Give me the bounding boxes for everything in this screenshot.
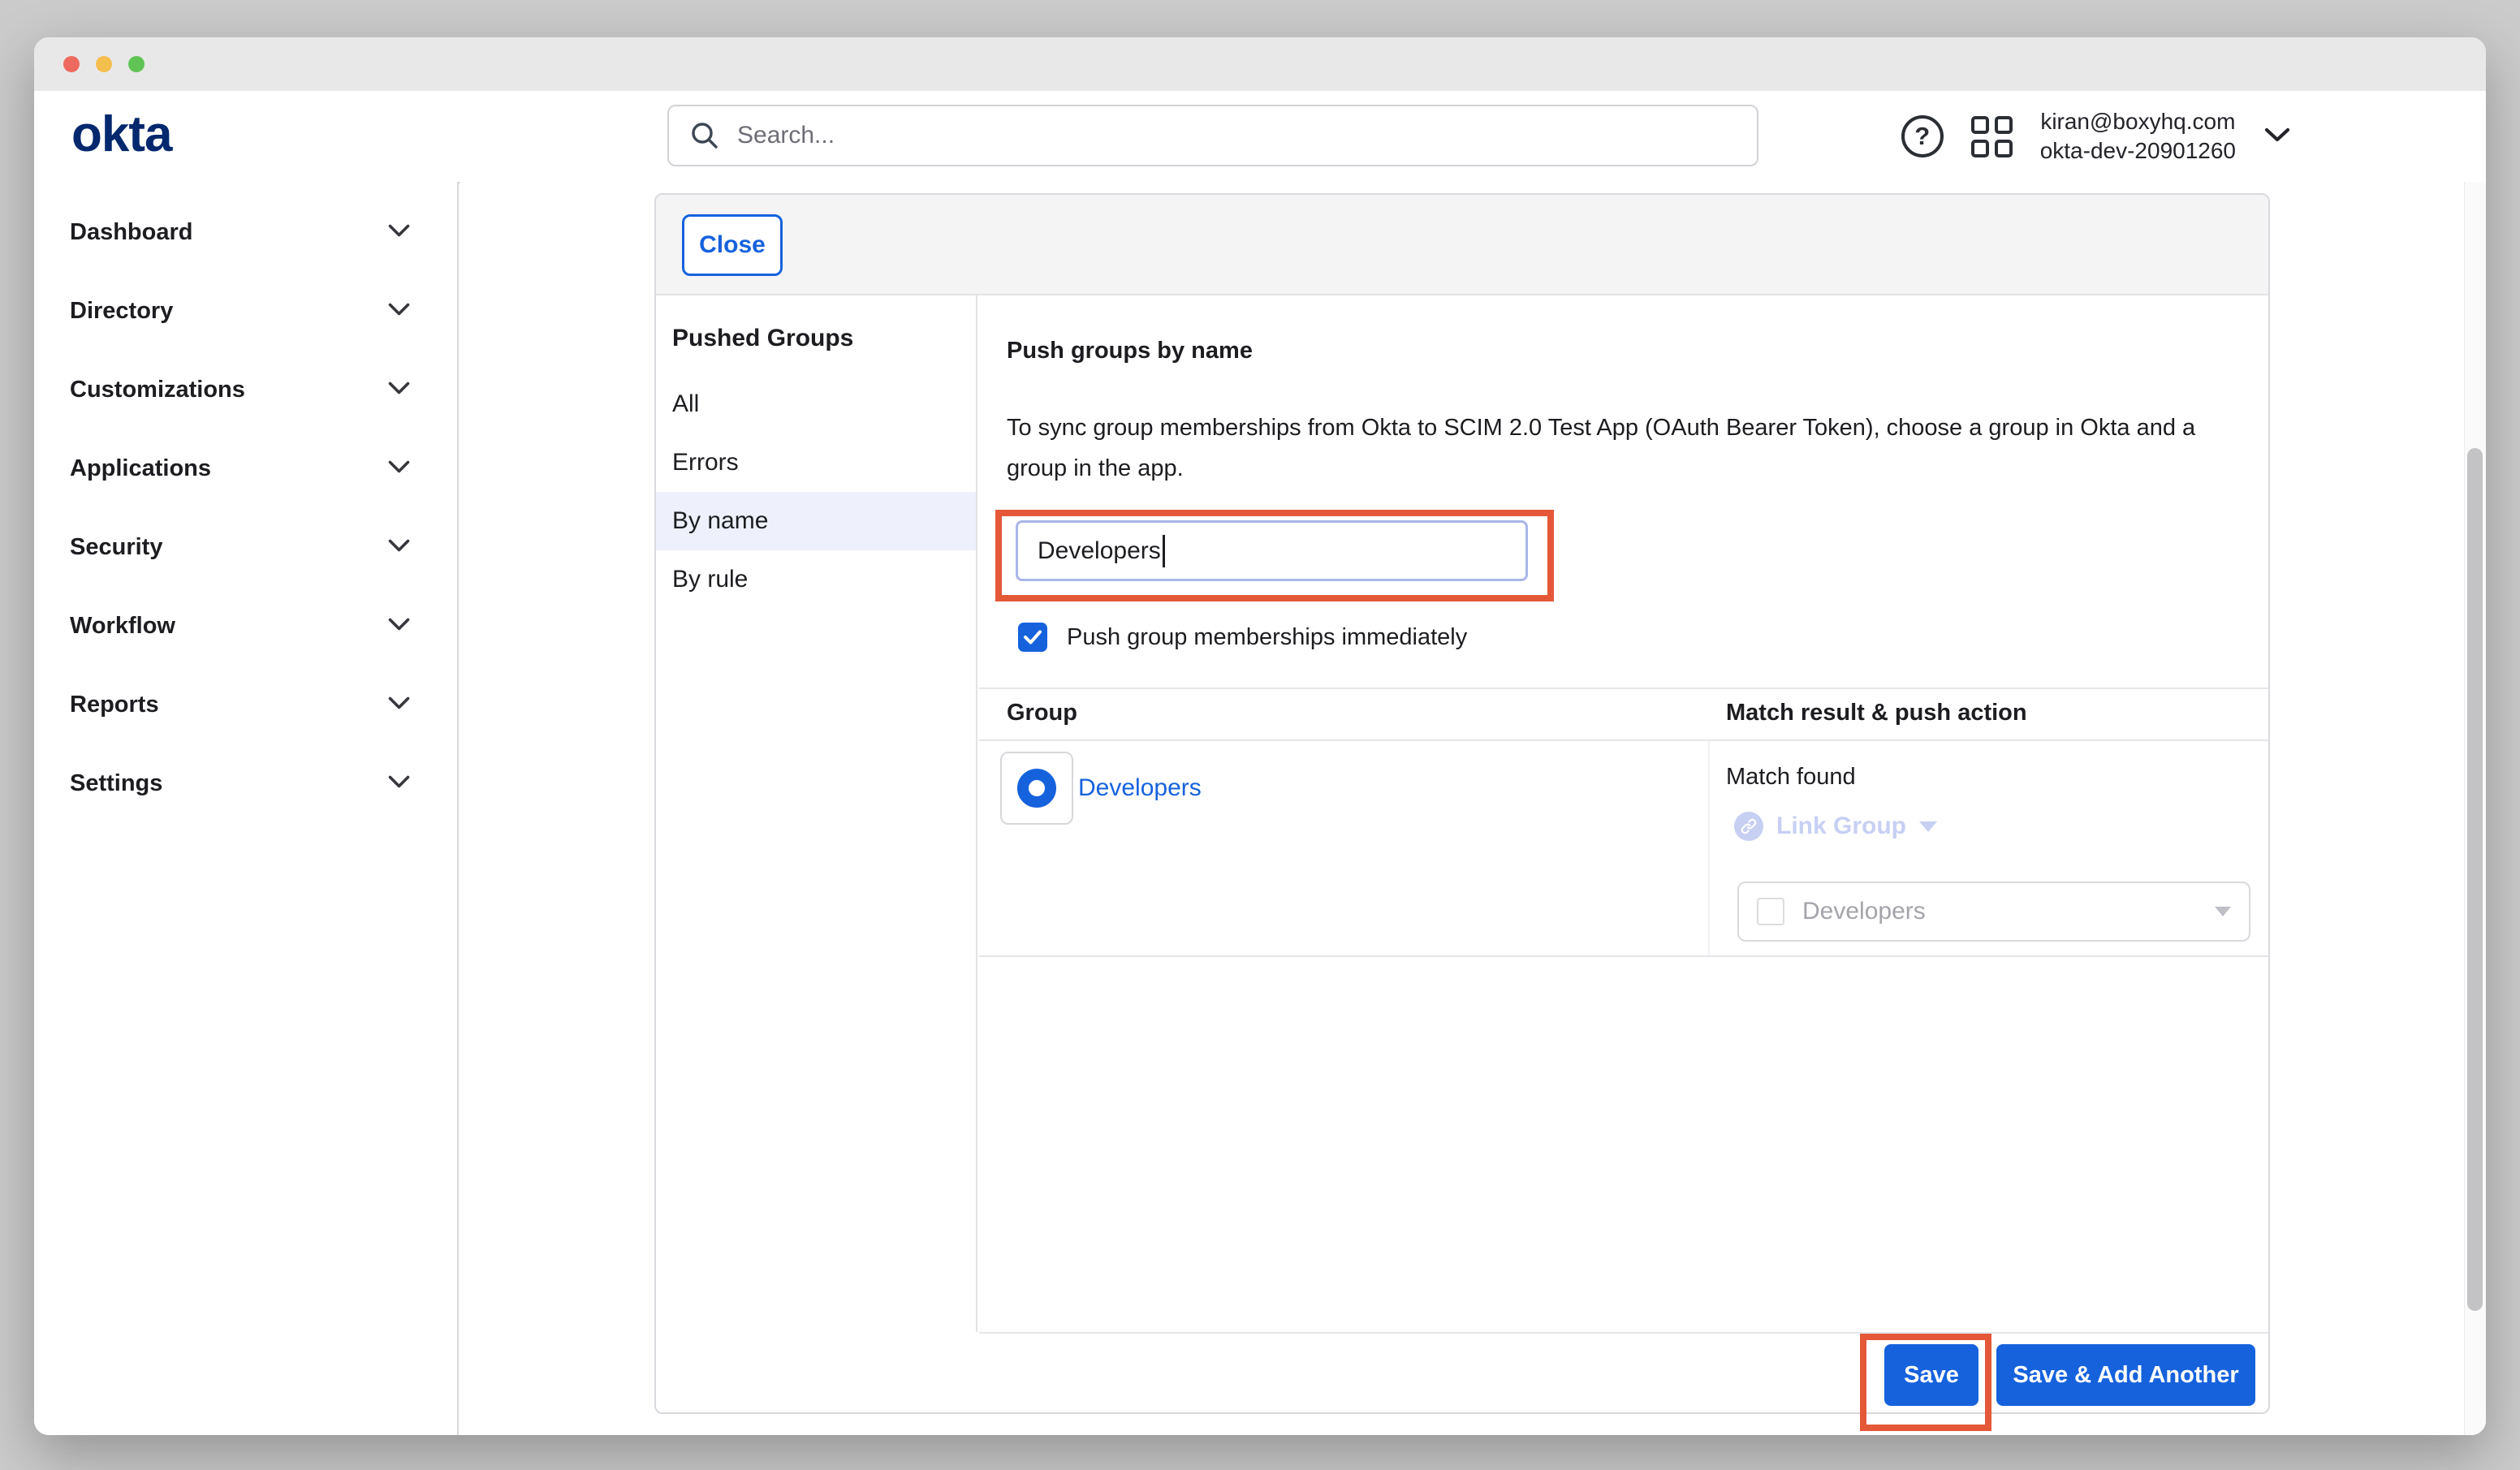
link-group-label: Link Group <box>1776 813 1906 840</box>
column-header-match: Match result & push action <box>1726 700 2027 726</box>
panel-toolbar: Close <box>656 195 2268 295</box>
search-icon <box>688 119 721 152</box>
browser-window: okta ? kiran@boxyhq.com okta-dev-2090126… <box>34 37 2486 1435</box>
vertical-scrollbar-thumb[interactable] <box>2467 448 2483 1311</box>
chevron-down-icon <box>388 382 410 399</box>
group-name-link[interactable]: Developers <box>1078 774 1202 802</box>
caret-down-icon <box>2215 907 2231 916</box>
window-titlebar <box>34 37 2486 92</box>
detail-heading: Push groups by name <box>1007 338 1253 364</box>
chevron-down-icon <box>388 696 410 714</box>
search-input[interactable] <box>736 121 1713 150</box>
close-window-button[interactable] <box>63 56 80 72</box>
sidebar-item-directory[interactable]: Directory <box>34 272 457 351</box>
immediate-push-row: Push group memberships immediately <box>1018 623 1467 652</box>
detail-description: To sync group memberships from Okta to S… <box>1007 407 2241 489</box>
pushed-groups-subnav: Pushed Groups All Errors By name By rule <box>656 295 977 1332</box>
chevron-down-icon <box>388 618 410 636</box>
help-icon[interactable]: ? <box>1901 115 1944 157</box>
group-circle-icon <box>1017 769 1056 808</box>
chevron-down-icon <box>388 303 410 321</box>
save-button[interactable]: Save <box>1884 1344 1978 1406</box>
column-header-group: Group <box>1007 700 1077 726</box>
subnav-item-all[interactable]: All <box>656 375 976 433</box>
subnav-item-by-rule[interactable]: By rule <box>656 550 976 609</box>
global-search[interactable] <box>667 105 1758 166</box>
app-header: okta ? kiran@boxyhq.com okta-dev-2090126… <box>34 91 2486 183</box>
close-button[interactable]: Close <box>682 214 783 276</box>
subnav-title: Pushed Groups <box>656 325 976 356</box>
table-column-divider <box>1708 741 1710 955</box>
account-email: kiran@boxyhq.com <box>2040 107 2236 136</box>
table-top-divider <box>979 688 2268 689</box>
desktop-background: okta ? kiran@boxyhq.com okta-dev-2090126… <box>0 0 2520 1470</box>
footer-divider <box>979 1332 2268 1334</box>
apps-grid-icon[interactable] <box>1971 116 2013 157</box>
chevron-down-icon <box>388 775 410 793</box>
sidebar-item-workflow[interactable]: Workflow <box>34 587 457 666</box>
sidebar-item-applications[interactable]: Applications <box>34 429 457 508</box>
checkbox-unchecked-icon <box>1757 898 1784 925</box>
chevron-down-icon <box>388 224 410 242</box>
chevron-down-icon <box>388 460 410 478</box>
text-caret <box>1163 535 1165 567</box>
header-right-controls: ? kiran@boxyhq.com okta-dev-20901260 <box>1901 91 2291 182</box>
chevron-down-icon[interactable] <box>2263 127 2291 147</box>
okta-logo[interactable]: okta <box>71 106 171 163</box>
account-org: okta-dev-20901260 <box>2040 136 2236 166</box>
table-header-divider <box>979 739 2268 741</box>
sidebar-item-reports[interactable]: Reports <box>34 666 457 744</box>
sidebar-nav: Dashboard Directory Customizations Appli… <box>34 182 459 1435</box>
panel-body: Pushed Groups All Errors By name By rule… <box>656 295 2268 1412</box>
caret-down-icon <box>1919 821 1937 832</box>
subnav-item-errors[interactable]: Errors <box>656 433 976 492</box>
linked-group-value: Developers <box>1802 898 2215 925</box>
linked-group-select[interactable]: Developers <box>1737 882 2250 942</box>
link-icon <box>1734 812 1763 841</box>
link-group-dropdown-disabled[interactable]: Link Group <box>1734 812 1937 841</box>
push-groups-panel: Close Pushed Groups All Errors By name B… <box>654 193 2270 1414</box>
subnav-item-by-name[interactable]: By name <box>656 492 976 550</box>
sidebar-item-security[interactable]: Security <box>34 508 457 587</box>
group-name-input[interactable]: Developers <box>1016 520 1528 581</box>
group-name-value: Developers <box>1038 537 1161 565</box>
group-avatar <box>1000 752 1073 825</box>
minimize-window-button[interactable] <box>96 56 112 72</box>
sidebar-item-customizations[interactable]: Customizations <box>34 351 457 429</box>
immediate-push-label: Push group memberships immediately <box>1067 624 1467 651</box>
vertical-scrollbar-track[interactable] <box>2464 182 2486 1435</box>
sidebar-item-dashboard[interactable]: Dashboard <box>34 193 457 272</box>
save-add-another-button[interactable]: Save & Add Another <box>1996 1344 2255 1406</box>
account-menu[interactable]: kiran@boxyhq.com okta-dev-20901260 <box>2040 107 2236 166</box>
chevron-down-icon <box>388 539 410 557</box>
match-result-text: Match found <box>1726 764 1856 791</box>
by-name-detail: Push groups by name To sync group member… <box>979 295 2268 1412</box>
zoom-window-button[interactable] <box>128 56 145 72</box>
table-row-divider <box>979 955 2268 957</box>
sidebar-item-settings[interactable]: Settings <box>34 744 457 823</box>
checkbox-checked-icon[interactable] <box>1018 623 1047 652</box>
